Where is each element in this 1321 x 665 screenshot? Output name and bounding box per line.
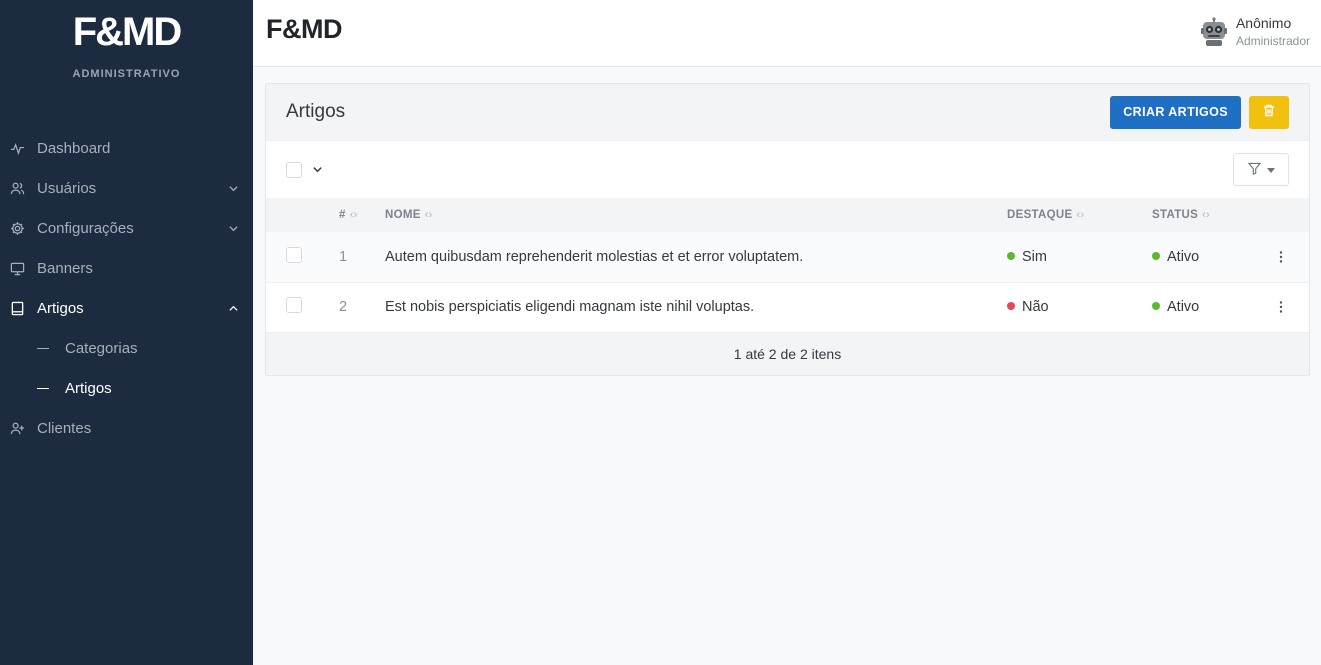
card-title: Artigos (286, 101, 346, 122)
create-articles-button[interactable]: CRIAR ARTIGOS (1110, 95, 1241, 129)
status-dot-icon (1152, 251, 1160, 260)
table-row[interactable]: 2 Est nobis perspiciatis eligendi magnam… (266, 282, 1309, 332)
row-actions-kebab-icon[interactable] (1273, 299, 1289, 315)
user-info: Anônimo Administrador (1236, 14, 1310, 50)
sort-icon: ‹› (1202, 209, 1211, 221)
filter-icon (1247, 162, 1261, 178)
row-featured: Sim (1007, 232, 1152, 282)
column-header-featured[interactable]: DESTAQUE ‹› (1007, 198, 1152, 232)
table-header-row: # ‹› NOME ‹› DESTAQUE ‹› STATUS ‹› (266, 198, 1309, 232)
brand: F&MD ADMINISTRATIVO (0, 0, 253, 80)
book-icon (9, 300, 25, 316)
sidebar-nav: Dashboard Usuários Configurações Banners… (0, 128, 253, 448)
pagination-summary: 1 até 2 de 2 itens (266, 332, 1309, 375)
user-plus-icon (9, 420, 25, 436)
sort-icon: ‹› (1076, 209, 1085, 221)
activity-icon (9, 140, 25, 156)
column-header-status[interactable]: STATUS ‹› (1152, 198, 1262, 232)
brand-logo[interactable]: F&MD (0, 10, 253, 54)
row-name: Autem quibusdam reprehenderit molestias … (385, 248, 804, 265)
sidebar-item-label: Usuários (37, 179, 97, 197)
gear-icon (9, 220, 25, 236)
sidebar-item-dashboard[interactable]: Dashboard (0, 128, 253, 168)
topbar: F&MD Anônimo Administrador (253, 0, 1321, 67)
row-featured: Não (1007, 282, 1152, 332)
monitor-icon (9, 260, 25, 276)
sidebar-subitem-label: Categorias (65, 339, 138, 357)
sidebar-item-label: Clientes (37, 419, 92, 437)
trash-icon (1263, 104, 1275, 120)
robot-avatar-icon (1200, 17, 1228, 47)
row-status: Ativo (1152, 282, 1262, 332)
sort-icon: ‹› (424, 209, 433, 221)
featured-dot-icon (1007, 251, 1015, 260)
sidebar-item-label: Banners (37, 259, 93, 277)
row-id: 1 (339, 248, 348, 265)
sidebar-item-label: Dashboard (37, 139, 111, 157)
sidebar-item-clientes[interactable]: Clientes (0, 408, 253, 448)
filter-button[interactable] (1233, 153, 1289, 186)
user-menu[interactable]: Anônimo Administrador (1200, 14, 1310, 50)
sort-icon: ‹› (349, 209, 358, 221)
row-checkbox[interactable] (286, 246, 302, 263)
articles-card: Artigos CRIAR ARTIGOS # ‹› NOME ‹› DESTA… (265, 83, 1310, 376)
status-dot-icon (1152, 302, 1160, 311)
caret-down-icon (1266, 162, 1275, 177)
table-row[interactable]: 1 Autem quibusdam reprehenderit molestia… (266, 232, 1309, 282)
articles-table: # ‹› NOME ‹› DESTAQUE ‹› STATUS ‹› 1 Autem q… (266, 198, 1309, 333)
dash-icon (37, 387, 49, 389)
sidebar-item-banners[interactable]: Banners (0, 248, 253, 288)
page-title: F&MD (266, 14, 342, 44)
sidebar-item-configuracoes[interactable]: Configurações (0, 208, 253, 248)
dash-icon (37, 347, 49, 349)
column-header-id[interactable]: # ‹› (339, 198, 385, 232)
row-checkbox[interactable] (286, 297, 302, 313)
sidebar-item-usuarios[interactable]: Usuários (0, 168, 253, 208)
user-role: Administrador (1235, 34, 1310, 48)
sidebar-subitem-label: Artigos (65, 379, 112, 397)
row-name: Est nobis perspiciatis eligendi magnam i… (385, 299, 755, 315)
sidebar-subitem-categorias[interactable]: Categorias (0, 328, 253, 368)
sidebar: F&MD ADMINISTRATIVO Dashboard Usuários C… (0, 0, 253, 665)
sidebar-item-label: Configurações (37, 219, 134, 237)
sidebar-item-label: Artigos (37, 299, 84, 317)
bulk-actions-chevron-icon[interactable] (310, 163, 324, 177)
select-all-checkbox[interactable] (286, 161, 302, 178)
chevron-down-icon (227, 222, 239, 234)
user-name: Anônimo (1235, 15, 1292, 31)
row-status: Ativo (1152, 232, 1262, 282)
table-toolbar (266, 141, 1309, 198)
sidebar-subitem-artigos[interactable]: Artigos (0, 368, 253, 408)
row-actions-kebab-icon[interactable] (1273, 249, 1289, 265)
column-header-name[interactable]: NOME ‹› (385, 198, 1007, 232)
chevron-up-icon (227, 302, 239, 314)
row-id: 2 (339, 299, 348, 315)
users-icon (9, 180, 25, 196)
chevron-down-icon (227, 182, 239, 194)
delete-button[interactable] (1249, 95, 1289, 129)
sidebar-item-artigos[interactable]: Artigos (0, 288, 253, 328)
brand-subtitle: ADMINISTRATIVO (72, 68, 181, 80)
featured-dot-icon (1007, 302, 1015, 311)
card-header: Artigos CRIAR ARTIGOS (266, 84, 1309, 141)
